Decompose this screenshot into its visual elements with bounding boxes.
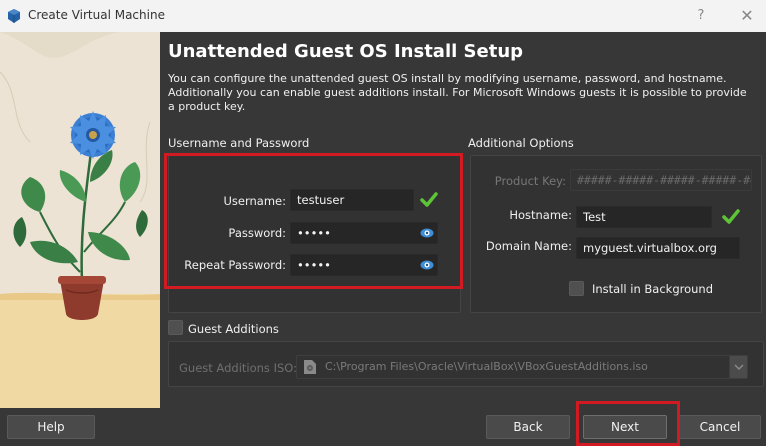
next-button[interactable]: Next [583,415,667,439]
domain-name-input[interactable]: myguest.virtualbox.org [576,237,740,259]
hostname-input[interactable]: Test [576,206,712,228]
repeat-password-label: Repeat Password: [184,258,286,272]
show-repeat-password-eye-icon[interactable] [420,258,434,272]
guest-additions-iso-select: C:\Program Files\Oracle\VirtualBox\VBoxG… [296,355,748,379]
plant-illustration [0,32,160,408]
options-group-label: Additional Options [468,136,574,150]
virtualbox-app-icon [8,9,20,23]
wizard-illustration [0,32,160,408]
guest-additions-checkbox[interactable] [168,320,183,335]
chevron-down-icon [734,364,744,371]
username-label: Username: [223,194,287,208]
cancel-button[interactable]: Cancel [679,415,761,439]
guest-additions-label: Guest Additions [188,322,279,336]
username-input[interactable]: testuser [290,189,414,211]
page-title: Unattended Guest OS Install Setup [168,41,524,62]
product-key-label: Product Key: [494,174,566,188]
wizard-footer: Help Back Next Cancel [0,408,766,446]
guest-additions-iso-label: Guest Additions ISO: [179,361,297,375]
hostname-valid-check-icon [722,209,740,224]
page-description: You can configure the unattended guest O… [168,72,747,113]
install-in-background-checkbox[interactable] [569,281,584,296]
close-icon[interactable]: ✕ [736,5,758,27]
username-valid-check-icon [420,192,438,207]
iso-dropdown-button [729,356,747,378]
title-bar: Create Virtual Machine ? ✕ [0,0,766,32]
product-key-input: #####-#####-#####-#####-##### [570,169,752,191]
repeat-password-input[interactable]: ••••• [290,254,438,276]
back-button[interactable]: Back [486,415,570,439]
wizard-content: Unattended Guest OS Install Setup You ca… [160,32,766,408]
iso-file-icon [304,360,316,374]
hostname-label: Hostname: [509,208,572,222]
credentials-group-label: Username and Password [168,136,310,150]
domain-name-label: Domain Name: [485,239,572,253]
password-label: Password: [228,226,286,240]
help-button[interactable]: Help [7,415,95,439]
window-title: Create Virtual Machine [28,8,165,22]
password-input[interactable]: ••••• [290,222,438,244]
help-icon[interactable]: ? [690,5,712,27]
show-password-eye-icon[interactable] [420,226,434,240]
install-in-background-label: Install in Background [592,282,714,296]
